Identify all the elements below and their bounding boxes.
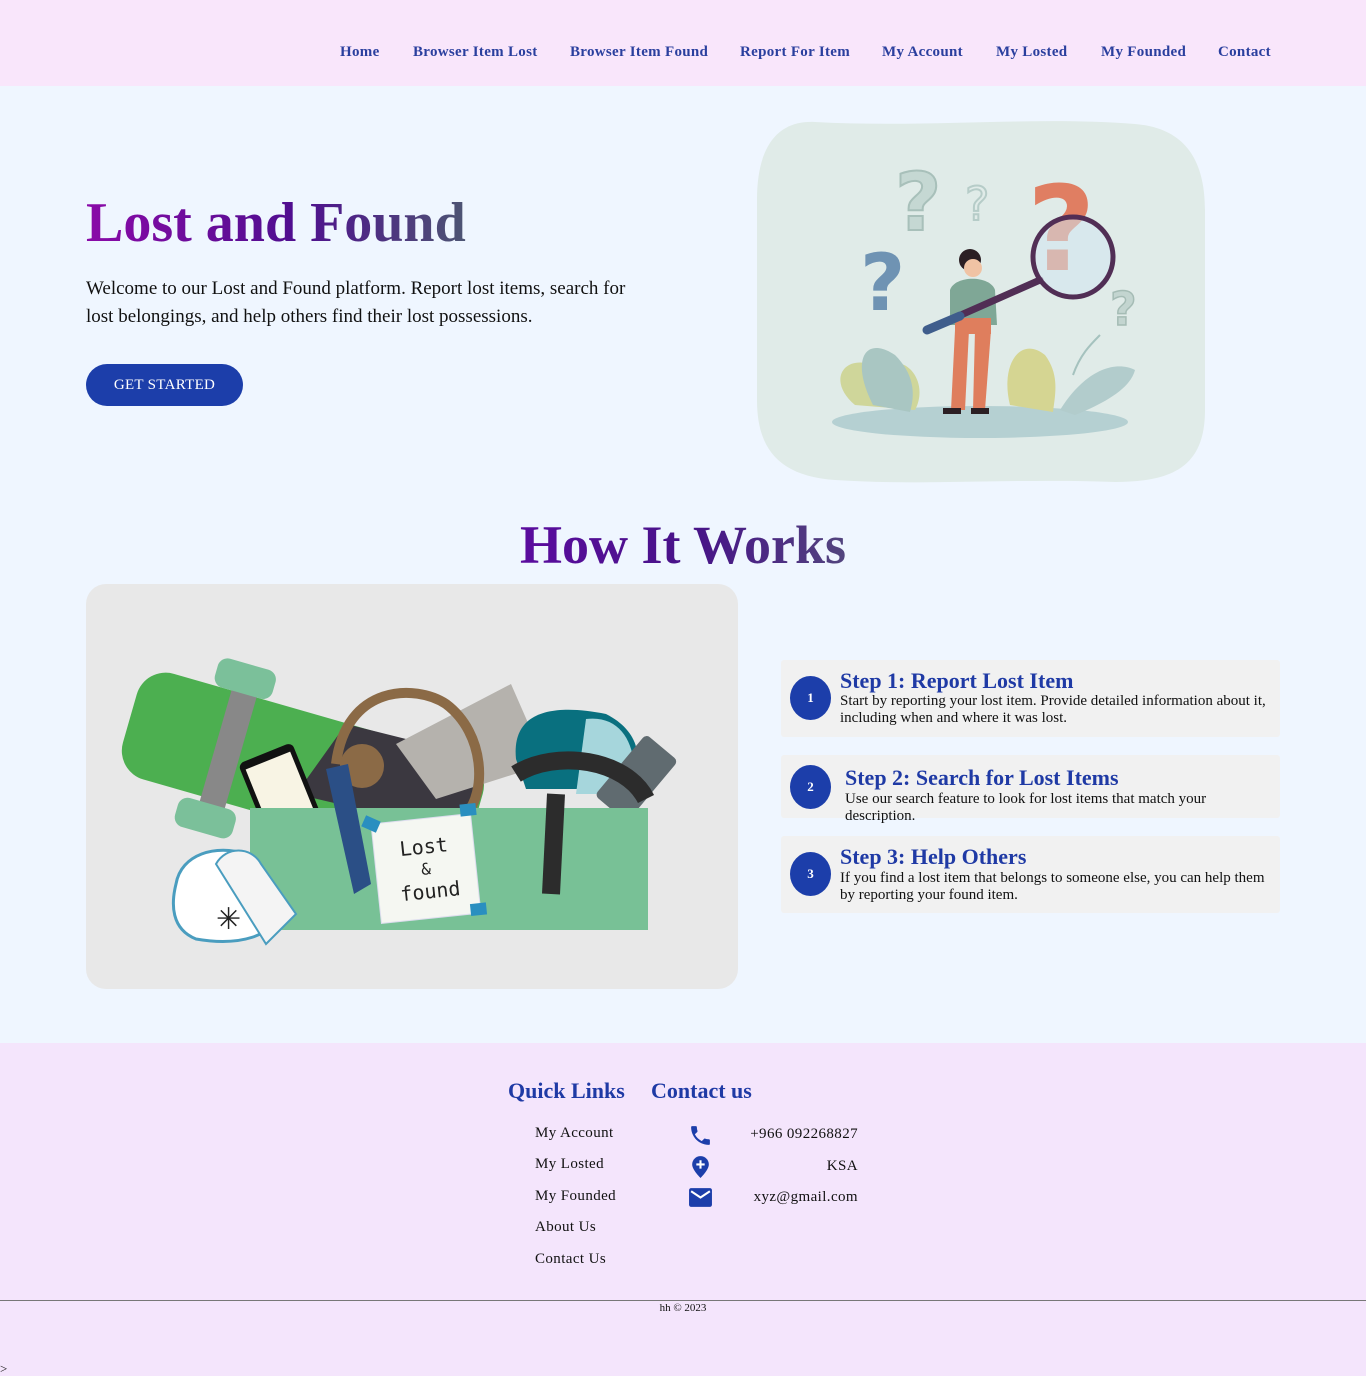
step-title: Step 2: Search for Lost Items: [845, 765, 1119, 790]
step-card-2: 2 Step 2: Search for Lost Items Use our …: [781, 755, 1280, 824]
contact-phone: +966 092268827: [750, 1126, 858, 1142]
mail-icon: [689, 1188, 712, 1207]
svg-text:?: ?: [895, 156, 941, 249]
nav-my-losted[interactable]: My Losted: [996, 44, 1067, 61]
step-number-badge: 1: [790, 676, 831, 720]
lost-found-box-svg: Lost & found ✳: [121, 658, 677, 946]
top-navbar: Home Browser Item Lost Browser Item Foun…: [0, 0, 1366, 86]
step-title: Step 3: Help Others: [840, 844, 1027, 869]
nav-my-founded[interactable]: My Founded: [1101, 44, 1186, 61]
footer-link-my-losted[interactable]: My Losted: [535, 1156, 604, 1173]
footer: Quick Links Contact us My Account My Los…: [0, 1043, 1366, 1376]
hero-title: Lost and Found: [86, 188, 466, 258]
svg-text:✳: ✳: [216, 902, 241, 937]
get-started-button[interactable]: GET STARTED: [86, 364, 243, 406]
how-it-works-title-text: How It Works: [519, 515, 847, 575]
copyright-text: hh © 2023: [659, 1302, 707, 1314]
footer-link-about-us[interactable]: About Us: [535, 1219, 596, 1236]
nav-contact[interactable]: Contact: [1218, 44, 1271, 61]
nav-home[interactable]: Home: [340, 44, 380, 61]
hero-illustration: ? ? ? ? ?: [755, 120, 1205, 485]
footer-link-contact-us[interactable]: Contact Us: [535, 1251, 606, 1268]
quick-links-title: Quick Links: [508, 1078, 625, 1103]
contact-location: KSA: [826, 1158, 858, 1174]
lost-and-found-box-illustration: Lost & found ✳: [86, 584, 738, 989]
footer-divider: [0, 1300, 1366, 1301]
step-title: Step 1: Report Lost Item: [840, 668, 1074, 693]
note-line-1: Lost: [398, 832, 448, 861]
nav-my-account[interactable]: My Account: [882, 44, 963, 61]
svg-text:?: ?: [860, 239, 905, 329]
nav-report-for-item[interactable]: Report For Item: [740, 44, 850, 61]
contact-email: xyz@gmail.com: [753, 1189, 858, 1205]
footer-link-my-founded[interactable]: My Founded: [535, 1188, 616, 1205]
step-card-3: 3 Step 3: Help Others If you find a lost…: [781, 836, 1280, 913]
step-description: If you find a lost item that belongs to …: [840, 870, 1265, 903]
step-description: Use our search feature to look for lost …: [845, 791, 1207, 824]
stray-text: >: [0, 1361, 8, 1376]
step-number-badge: 2: [790, 765, 831, 809]
how-it-works-title: How It Works: [0, 512, 1366, 578]
phone-icon: [691, 1126, 710, 1145]
hero-description: Welcome to our Lost and Found platform. …: [86, 278, 626, 327]
contact-us-title: Contact us: [651, 1078, 752, 1103]
step-description: Start by reporting your lost item. Provi…: [840, 693, 1266, 726]
person-with-magnifier-illustration: ? ? ? ? ?: [757, 121, 1205, 483]
svg-text:?: ?: [965, 177, 989, 231]
footer-link-my-account[interactable]: My Account: [535, 1125, 614, 1142]
nav-browser-item-found[interactable]: Browser Item Found: [570, 44, 708, 61]
step-number-badge: 3: [790, 852, 831, 896]
location-pin-icon: [692, 1156, 709, 1178]
nav-browser-item-lost[interactable]: Browser Item Lost: [413, 44, 538, 61]
step-card-1: 1 Step 1: Report Lost Item Start by repo…: [781, 660, 1280, 737]
svg-text:?: ?: [1110, 282, 1137, 336]
